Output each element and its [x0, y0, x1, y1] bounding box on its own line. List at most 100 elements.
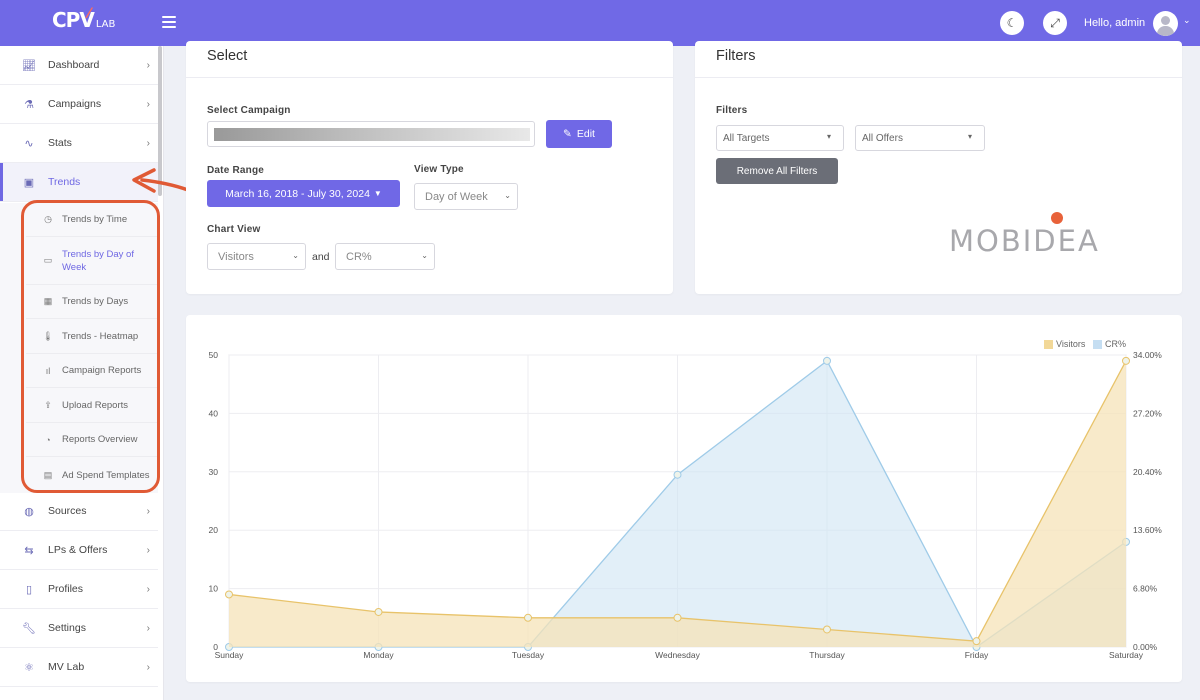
logo-sub: LAB: [95, 19, 116, 30]
select-card: Select Select Campaign ✎ Edit Date Range…: [186, 41, 673, 294]
and-separator: and: [312, 251, 330, 263]
atom-icon: ⚛: [24, 661, 34, 674]
fullscreen-icon[interactable]: ⤢: [1043, 11, 1067, 35]
avatar[interactable]: [1153, 11, 1178, 36]
point-visitors: [524, 613, 532, 622]
submenu-item-label: Ad Spend Templates: [62, 469, 150, 481]
sidebar-item-label: Trends: [48, 176, 81, 188]
sidebar-item-mv-lab[interactable]: ⚛ MV Lab ›: [0, 648, 158, 687]
date-range-label: Date Range: [207, 165, 265, 176]
x-tick-label: Tuesday: [512, 650, 545, 660]
clock-icon: ◷: [44, 214, 52, 224]
y-left-tick-label: 10: [209, 584, 219, 594]
sidebar-item-stats[interactable]: ∿ Stats ›: [0, 124, 158, 163]
submenu-item-label: Trends - Heatmap: [62, 330, 139, 342]
top-navbar: CPV LAB ⁄ ☾ ⤢ Hello, admin ⌄: [0, 0, 1200, 46]
thermometer-icon: 🌡︎: [42, 330, 54, 341]
calendar-icon: ▭: [43, 255, 53, 265]
submenu-item-label: Trends by Day of Week: [62, 248, 134, 273]
globe-icon: ◍: [24, 505, 34, 518]
date-range-value: March 16, 2018 - July 30, 2024: [225, 187, 370, 200]
edit-icon: ✎: [563, 128, 572, 140]
remove-all-filters-button[interactable]: Remove All Filters: [716, 158, 838, 184]
sidebar-item-sources[interactable]: ◍ Sources ›: [0, 492, 158, 531]
chevron-right-icon: ›: [146, 137, 150, 149]
chart-view-secondary-value: CR%: [346, 250, 372, 263]
y-left-tick-label: 40: [209, 408, 219, 418]
chevron-right-icon: ›: [146, 505, 150, 517]
submenu-item-trends-by-days[interactable]: ▦ Trends by Days: [26, 285, 158, 319]
cpv-lab-logo[interactable]: CPV LAB ⁄: [52, 6, 116, 32]
edit-campaign-button[interactable]: ✎ Edit: [546, 120, 612, 148]
targets-filter-value: All Targets: [723, 132, 770, 144]
point-visitors: [1122, 356, 1130, 365]
submenu-item-trends-by-time[interactable]: ◷ Trends by Time: [26, 203, 158, 237]
y-right-tick-label: 27.20%: [1133, 408, 1162, 418]
offers-filter-select[interactable]: All Offers ▾: [855, 125, 985, 151]
sidebar-scrollbar[interactable]: [158, 46, 162, 196]
date-range-picker[interactable]: March 16, 2018 - July 30, 2024 ▼: [207, 180, 400, 207]
point-cr: [673, 470, 682, 479]
y-left-tick-label: 30: [209, 467, 219, 477]
view-type-select[interactable]: Day of Week ⌄: [414, 183, 518, 210]
trends-area-chart: 0 0.00%10 6.80%20 13.60%30 20.40%40 27.20%50 3…: [209, 350, 1163, 660]
x-tick-label: Wednesday: [655, 650, 700, 660]
chart-view-secondary-select[interactable]: CR% ⌄: [335, 243, 435, 270]
view-type-label: View Type: [414, 164, 464, 175]
sidebar-item-lps-offers[interactable]: ⇆ LPs & Offers ›: [0, 531, 158, 570]
sidebar-item-label: MV Lab: [48, 661, 85, 673]
sidebar-item-trends[interactable]: ▣ Trends: [0, 163, 158, 202]
menu-toggle-icon[interactable]: [162, 16, 176, 28]
user-greeting[interactable]: Hello, admin: [1084, 17, 1145, 29]
x-tick-label: Sunday: [215, 650, 245, 660]
submenu-item-trends-heatmap[interactable]: 🌡︎ Trends - Heatmap: [26, 319, 158, 354]
sidebar-item-campaigns[interactable]: ⚗ Campaigns ›: [0, 85, 158, 124]
chevron-down-icon: ⌄: [504, 191, 511, 200]
submenu-item-campaign-reports[interactable]: ıl Campaign Reports: [26, 354, 158, 388]
submenu-item-ad-spend-templates[interactable]: ▤ Ad Spend Templates: [26, 457, 158, 493]
flask-icon: ⚗: [24, 98, 34, 111]
point-visitors: [673, 613, 682, 622]
campaign-select-input[interactable]: [207, 121, 535, 147]
document-icon: ▤: [43, 469, 53, 480]
submenu-item-label: Reports Overview: [62, 434, 138, 445]
link-icon: ⇆: [24, 544, 34, 557]
chevron-right-icon: ›: [146, 583, 150, 595]
y-right-tick-label: 20.40%: [1133, 467, 1162, 477]
sidebar-item-dashboard[interactable]: 📈︎ Dashboard ›: [0, 46, 158, 85]
sidebar-item-profiles[interactable]: ▯ Profiles ›: [0, 570, 158, 609]
chevron-right-icon: ›: [146, 661, 150, 673]
submenu-item-reports-overview[interactable]: ◔ Reports Overview: [26, 423, 158, 457]
chart-card: Visitors CR% 0 0.00% 10 6.80% 20 13.60% 30 20.4…: [186, 315, 1182, 682]
targets-filter-select[interactable]: All Targets ▾: [716, 125, 844, 151]
stats-icon: ∿: [24, 137, 34, 150]
edit-button-label: Edit: [576, 128, 595, 140]
select-card-title: Select: [207, 48, 248, 64]
sidebar-item-settings[interactable]: 🔧︎ Settings ›: [0, 609, 158, 648]
submenu-item-label: Campaign Reports: [62, 365, 142, 376]
chevron-down-icon[interactable]: ⌄: [1183, 15, 1191, 26]
y-right-tick-label: 13.60%: [1133, 525, 1162, 535]
x-tick-label: Thursday: [809, 650, 845, 660]
chart-line-icon: 📈︎: [22, 59, 36, 72]
chevron-right-icon: ›: [146, 544, 150, 556]
submenu-item-trends-by-day-of-week[interactable]: ▭ Trends by Day of Week: [26, 237, 158, 285]
x-tick-label: Friday: [965, 650, 989, 660]
calendar-grid-icon: ▦: [43, 296, 53, 306]
chevron-down-icon: ⌄: [292, 251, 299, 260]
upload-icon: ⇪: [44, 399, 52, 410]
filters-label: Filters: [716, 105, 748, 116]
submenu-item-upload-reports[interactable]: ⇪ Upload Reports: [26, 388, 158, 423]
sidebar: 📈︎ Dashboard › ⚗ Campaigns › ∿ Stats › ▣…: [0, 46, 164, 700]
filters-card-title: Filters: [716, 48, 756, 64]
briefcase-icon: ▣: [23, 176, 35, 189]
dark-mode-icon[interactable]: ☾: [1000, 11, 1024, 35]
caret-down-icon: ▾: [826, 132, 831, 141]
filters-card: Filters Filters All Targets ▾ All Offers…: [695, 41, 1182, 294]
sidebar-item-label: Settings: [48, 622, 86, 634]
y-right-tick-label: 6.80%: [1133, 584, 1158, 594]
trends-submenu: ◷ Trends by Time ▭ Trends by Day of Week…: [0, 203, 158, 493]
point-visitors: [823, 625, 831, 634]
submenu-item-label: Upload Reports: [62, 399, 129, 411]
chart-view-primary-select[interactable]: Visitors ⌄: [207, 243, 306, 270]
